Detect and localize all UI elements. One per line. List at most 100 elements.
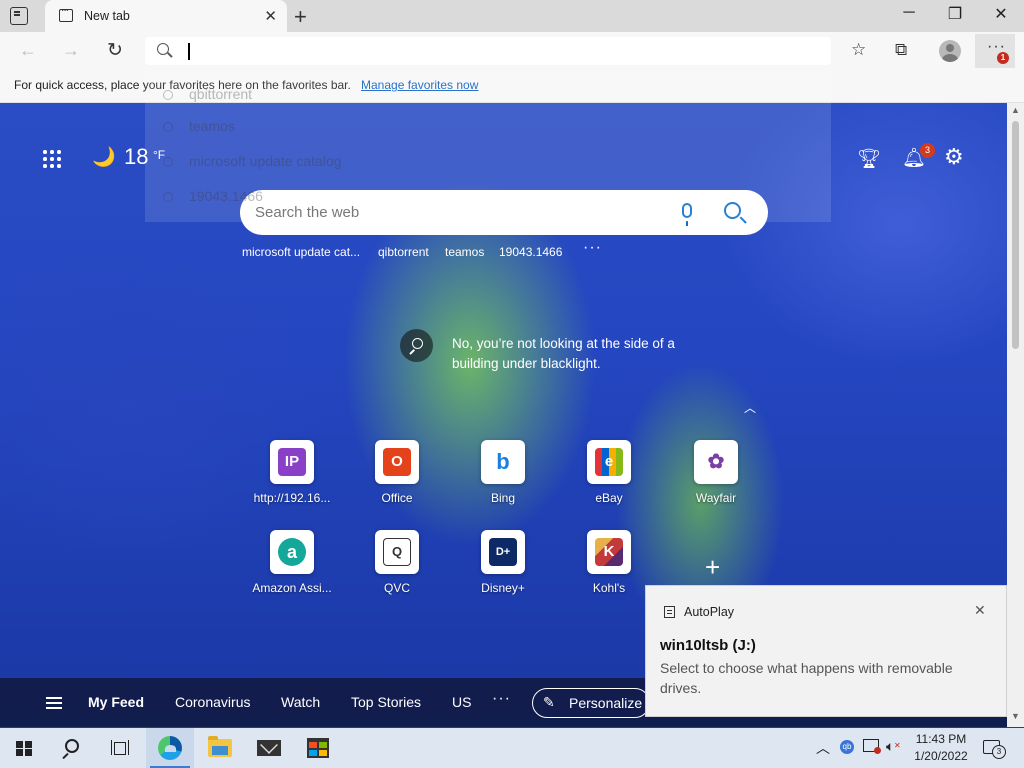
- tile-label: Kohl's: [592, 581, 626, 595]
- restore-button[interactable]: ❐: [940, 4, 970, 24]
- task-view-button[interactable]: [96, 728, 144, 768]
- refresh-button[interactable]: ↻: [107, 39, 123, 62]
- feed-tab-us[interactable]: US: [452, 694, 471, 710]
- settings-and-more-button[interactable]: ··· 1: [975, 34, 1015, 68]
- add-quick-link-icon[interactable]: +: [705, 552, 720, 583]
- search-icon: [65, 739, 79, 753]
- tab-title: New tab: [84, 9, 130, 23]
- task-view-icon: [111, 740, 129, 755]
- quick-link-tile[interactable]: D+ Disney+: [463, 530, 543, 595]
- taskbar-mail[interactable]: [245, 728, 293, 768]
- feed-tab-coronavirus[interactable]: Coronavirus: [175, 694, 250, 710]
- recent-search-item[interactable]: 19043.1466: [499, 245, 562, 259]
- toast-app-name: AutoPlay: [684, 605, 735, 619]
- store-icon: [307, 738, 329, 758]
- moon-icon[interactable]: 🌙: [92, 145, 116, 169]
- favorites-star-icon[interactable]: ☆: [851, 40, 866, 60]
- tile-label: Office: [381, 491, 413, 505]
- network-icon[interactable]: [863, 739, 881, 754]
- text-caret: [188, 43, 190, 60]
- tile-label: http://192.16...: [253, 491, 331, 505]
- background-image-caption[interactable]: No, you’re not looking at the side of a …: [452, 334, 712, 374]
- disney-plus-icon: D+: [481, 530, 525, 574]
- feed-tab-watch[interactable]: Watch: [281, 694, 320, 710]
- pencil-icon: ✎: [543, 694, 555, 710]
- office-icon: O: [375, 440, 419, 484]
- clock-date: 1/20/2022: [914, 749, 968, 763]
- chevron-up-icon[interactable]: ︿: [744, 399, 756, 416]
- taskbar-search-button[interactable]: [48, 728, 96, 768]
- tile-label: QVC: [383, 581, 410, 595]
- history-icon: [163, 192, 173, 202]
- quick-link-tile[interactable]: Q QVC: [357, 530, 437, 595]
- close-icon[interactable]: ✕: [974, 602, 986, 619]
- tile-glyph: e: [595, 448, 623, 476]
- quick-link-tile[interactable]: IP http://192.16...: [252, 440, 332, 505]
- taskbar-store[interactable]: [294, 728, 342, 768]
- tile-glyph: K: [595, 538, 623, 566]
- notification-badge: 3: [920, 143, 935, 158]
- personalize-label: Personalize: [569, 695, 643, 711]
- address-input[interactable]: [191, 41, 791, 61]
- show-hidden-icons-chevron-icon[interactable]: ︿: [816, 738, 830, 758]
- rewards-trophy-icon[interactable]: 🏆︎: [857, 147, 881, 171]
- history-icon: [163, 90, 173, 100]
- minimize-button[interactable]: ─: [894, 4, 924, 22]
- suggestion-item[interactable]: 19043.1466: [189, 188, 263, 204]
- quick-link-tile[interactable]: b Bing: [463, 440, 543, 505]
- close-window-button[interactable]: ✕: [986, 4, 1016, 24]
- tile-glyph: Q: [383, 538, 411, 566]
- volume-muted-icon[interactable]: 🔈︎: [886, 738, 901, 755]
- app-launcher-icon[interactable]: [43, 150, 61, 168]
- tab-new-tab[interactable]: New tab ✕: [45, 0, 287, 32]
- address-bar[interactable]: [145, 37, 831, 65]
- profile-avatar[interactable]: [939, 40, 961, 62]
- quick-link-tile[interactable]: K Kohl's: [569, 530, 649, 595]
- scroll-down-arrow-icon[interactable]: ▼: [1011, 711, 1020, 721]
- qbittorrent-tray-icon[interactable]: qb: [840, 740, 854, 754]
- tile-label: Amazon Assi...: [252, 581, 332, 595]
- close-tab-icon[interactable]: ✕: [264, 7, 277, 25]
- system-clock[interactable]: 11:43 PM 1/20/2022: [910, 731, 972, 765]
- personalize-button[interactable]: ✎ Personalize: [532, 688, 650, 718]
- quick-link-tile[interactable]: e eBay: [569, 440, 649, 505]
- feed-menu-icon[interactable]: [46, 697, 62, 699]
- recent-search-item[interactable]: teamos: [445, 245, 484, 259]
- quick-link-tile[interactable]: ✿ Wayfair: [676, 440, 756, 505]
- recent-search-item[interactable]: microsoft update cat...: [242, 245, 360, 259]
- taskbar-edge[interactable]: [146, 728, 194, 768]
- autoplay-notification[interactable]: AutoPlay ✕ win10ltsb (J:) Select to choo…: [645, 585, 1007, 717]
- tile-glyph: D+: [489, 538, 517, 566]
- feed-tab-my-feed[interactable]: My Feed: [88, 694, 144, 710]
- action-center-badge: 3: [992, 745, 1006, 759]
- quick-link-tile[interactable]: O Office: [357, 440, 437, 505]
- history-icon: [163, 122, 173, 132]
- start-button[interactable]: [0, 728, 48, 768]
- scroll-up-arrow-icon[interactable]: ▲: [1011, 105, 1020, 115]
- feed-tab-top-stories[interactable]: Top Stories: [351, 694, 421, 710]
- recent-search-item[interactable]: qibtorrent: [378, 245, 429, 259]
- taskbar-file-explorer[interactable]: [196, 728, 244, 768]
- suggestion-item[interactable]: teamos: [189, 118, 235, 134]
- collections-icon[interactable]: ⧉: [895, 40, 907, 60]
- back-button[interactable]: ←: [19, 40, 37, 61]
- clock-time: 11:43 PM: [915, 732, 967, 746]
- tile-glyph: O: [383, 448, 411, 476]
- tab-actions-icon[interactable]: [10, 7, 28, 25]
- new-tab-favicon-icon: [59, 5, 73, 22]
- page-scrollbar[interactable]: ▲ ▼: [1007, 103, 1024, 727]
- wayfair-icon: ✿: [694, 440, 738, 484]
- image-info-search-icon[interactable]: [400, 329, 433, 362]
- windows-logo-icon: [16, 741, 32, 756]
- scrollbar-thumb[interactable]: [1012, 121, 1019, 349]
- mail-icon: [257, 740, 281, 756]
- tile-glyph: ✿: [702, 448, 730, 476]
- suggestion-item[interactable]: qbittorrent: [189, 86, 252, 102]
- forward-button[interactable]: →: [62, 40, 80, 61]
- gear-icon[interactable]: ⚙: [944, 144, 964, 170]
- quick-link-tile[interactable]: a Amazon Assi...: [252, 530, 332, 595]
- feed-more-button[interactable]: ···: [492, 690, 511, 708]
- new-tab-button[interactable]: +: [294, 4, 307, 30]
- recent-searches-more-button[interactable]: ···: [583, 239, 602, 257]
- suggestion-item[interactable]: microsoft update catalog: [189, 153, 342, 169]
